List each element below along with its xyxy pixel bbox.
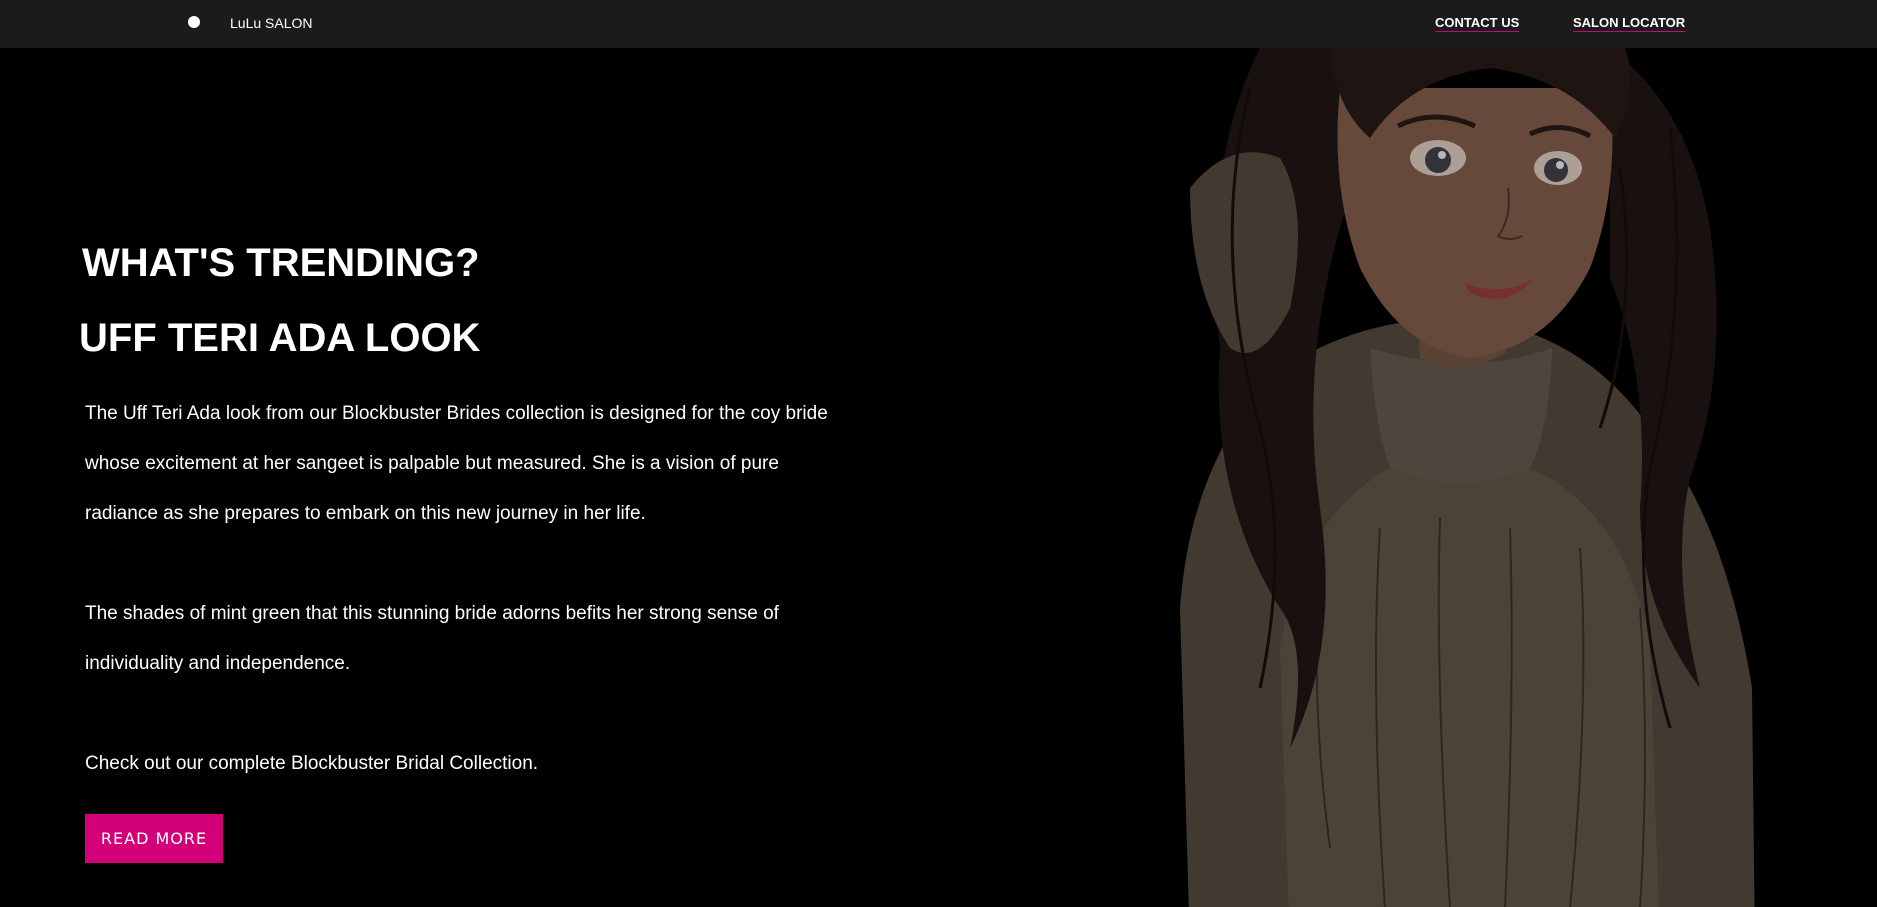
bride-portrait-image (1170, 48, 1760, 907)
look-title: UFF TERI ADA LOOK (79, 316, 481, 360)
description-paragraph: The Uff Teri Ada look from our Blockbust… (85, 403, 828, 524)
description-paragraph: The shades of mint green that this stunn… (85, 603, 779, 674)
nav-link-salon-locator[interactable]: SALON LOCATOR (1573, 15, 1686, 32)
top-navbar: LuLu SALON CONTACT US SALON LOCATOR (0, 0, 1877, 48)
brand-logo-icon[interactable] (188, 16, 200, 28)
read-more-button[interactable]: READ MORE (85, 814, 223, 863)
section-heading: WHAT'S TRENDING? (82, 241, 480, 285)
brand-name[interactable]: LuLu SALON (230, 14, 313, 32)
nav-link-contact-us[interactable]: CONTACT US (1435, 15, 1520, 32)
collection-teaser-paragraph: Check out our complete Blockbuster Brida… (85, 753, 539, 774)
